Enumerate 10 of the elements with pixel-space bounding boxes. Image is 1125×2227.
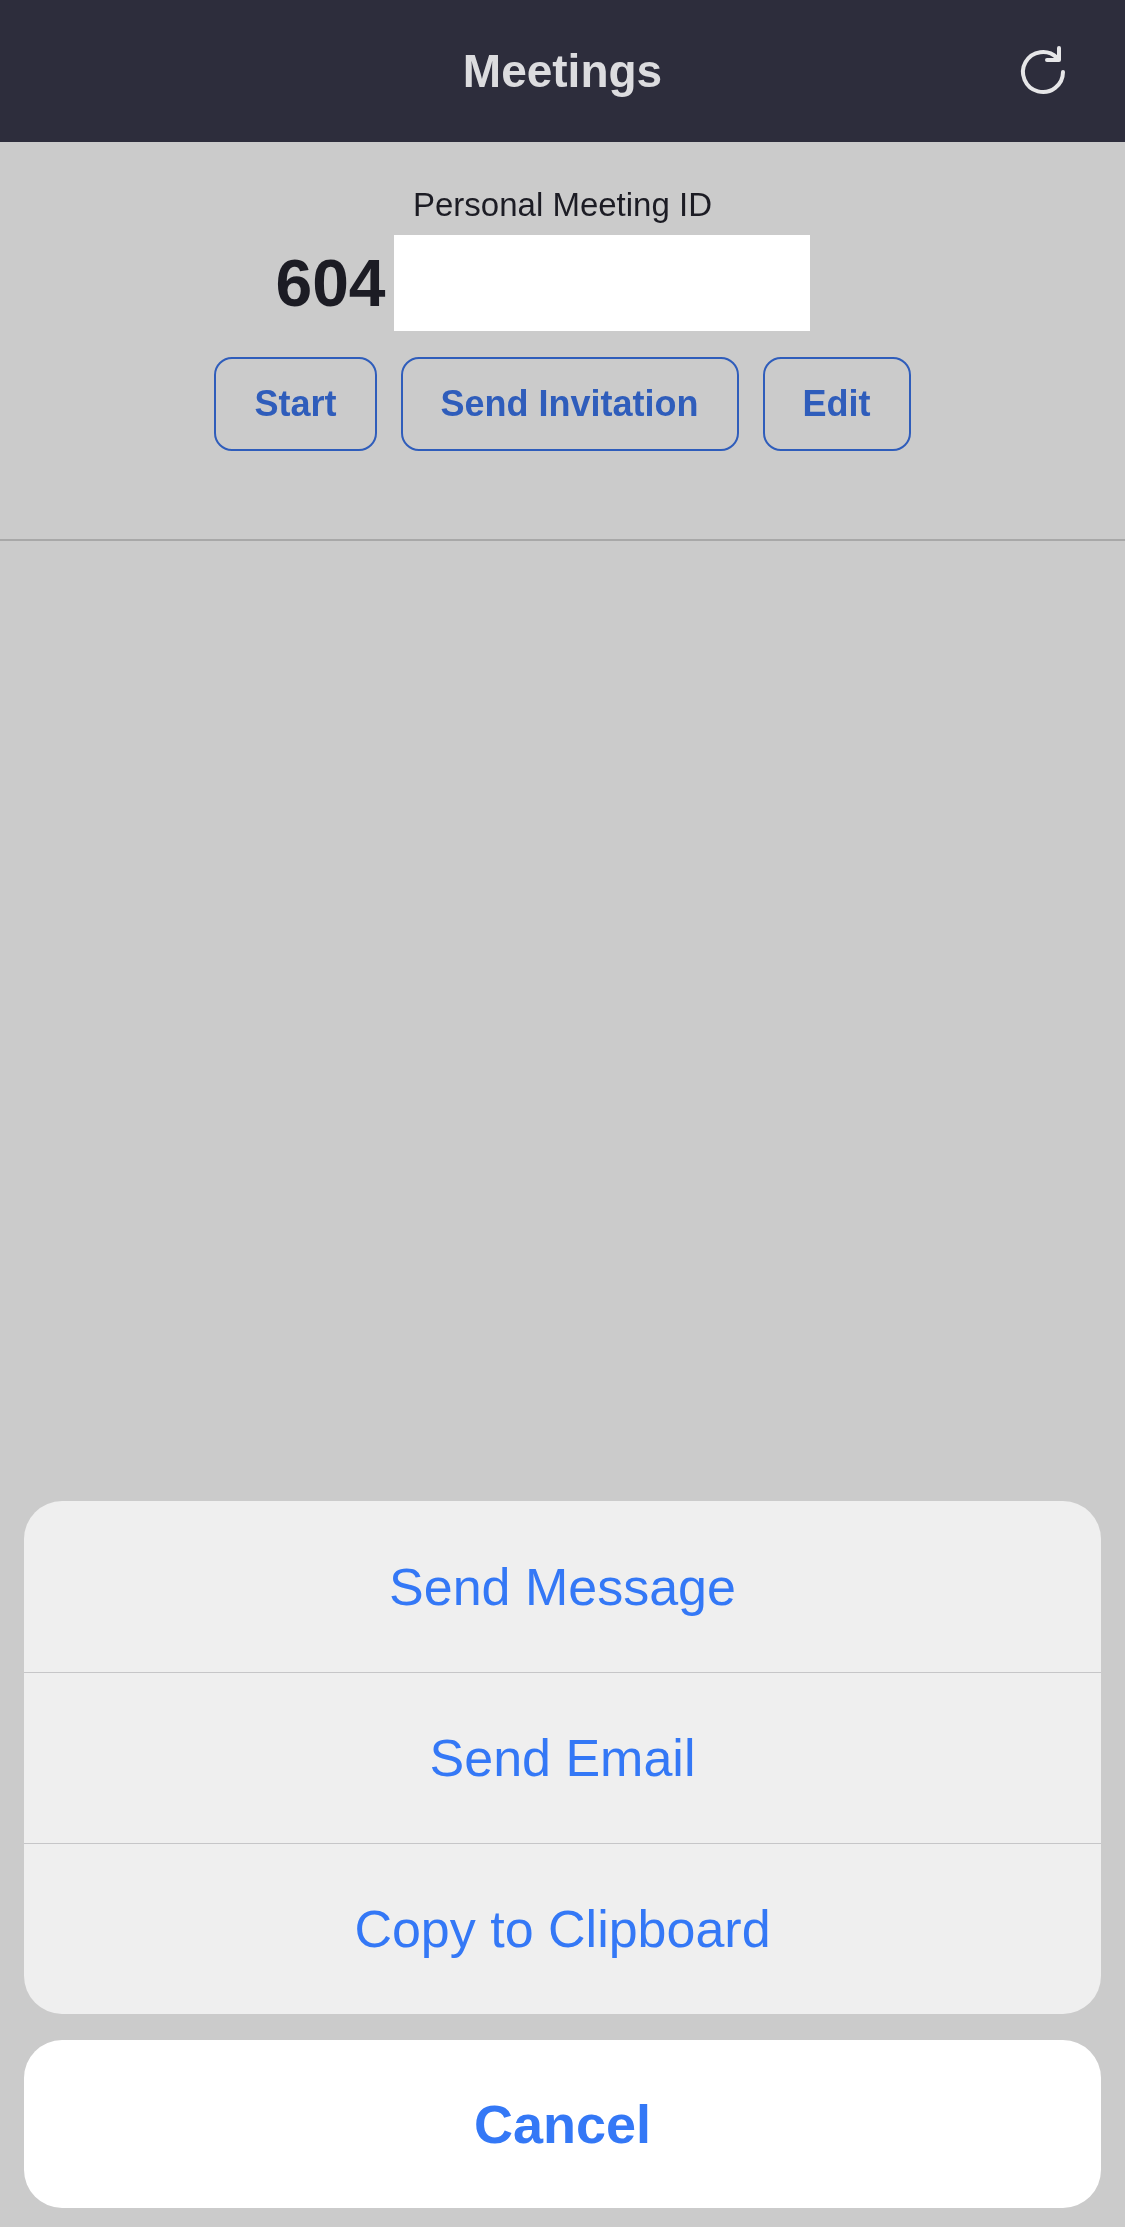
meeting-action-button[interactable]: Start xyxy=(214,356,377,451)
cancel-button[interactable]: Cancel xyxy=(24,2040,1101,2208)
meeting-id-label: Personal Meeting ID xyxy=(413,185,712,225)
meeting-action-button[interactable]: Edit xyxy=(762,356,911,451)
sheet-option[interactable]: Copy to Clipboard xyxy=(24,1843,1101,2014)
meeting-action-button[interactable]: Send Invitation xyxy=(400,356,739,451)
screen-title: Meetings xyxy=(462,43,663,99)
meeting-id: 604 xyxy=(275,244,386,322)
sheet-option[interactable]: Send Message xyxy=(24,1501,1101,1672)
sheet-option[interactable]: Send Email xyxy=(24,1672,1101,1843)
